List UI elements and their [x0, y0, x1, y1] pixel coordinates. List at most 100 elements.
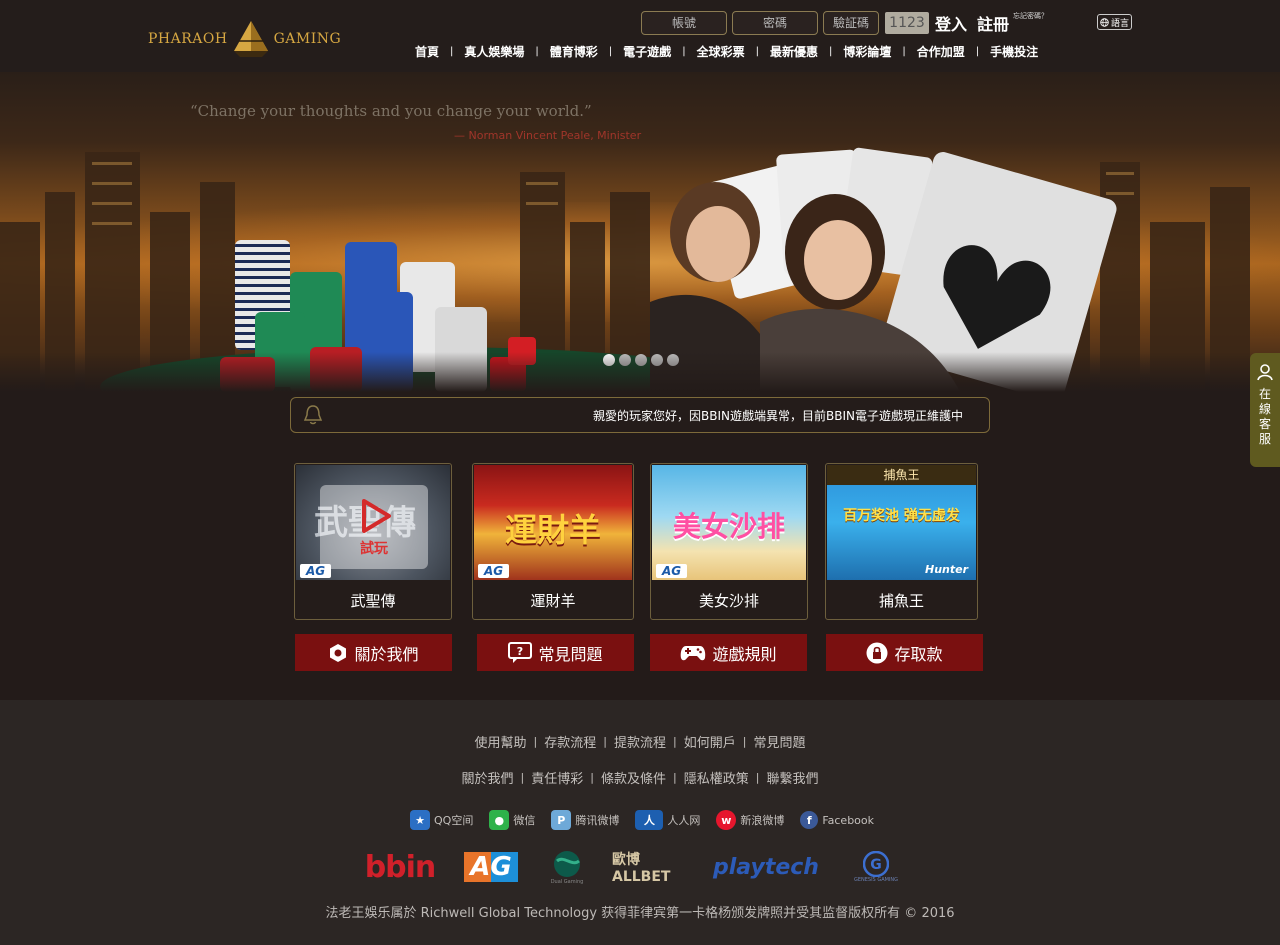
- featured-games: 武聖傳 試玩 AG 武聖傳 運財羊 AG 運財羊 美女沙排 AG 美女沙排 捕魚…: [294, 463, 978, 620]
- brand-name-right: GAMING: [273, 31, 342, 47]
- password-field[interactable]: 密碼: [732, 11, 818, 35]
- game-card-beach-volley[interactable]: 美女沙排 AG 美女沙排: [650, 463, 808, 620]
- bell-icon: [303, 405, 323, 425]
- brand-name-left: PHARAOH: [148, 31, 228, 47]
- demo-play-overlay[interactable]: 試玩: [320, 485, 428, 569]
- footer-divider: |: [673, 771, 677, 784]
- copyright-text: 法老王娛乐属於 Richwell Global Technology 获得菲律宾…: [325, 906, 955, 921]
- footer-link-withdraw-flow[interactable]: 提款流程: [614, 732, 666, 751]
- footer-link-responsible[interactable]: 責任博彩: [531, 768, 583, 787]
- nav-divider: |: [535, 45, 539, 57]
- game-thumb-title: 美女沙排: [672, 510, 785, 543]
- deposit-withdraw-button[interactable]: 存取款: [826, 634, 983, 671]
- svg-text:?: ?: [517, 645, 523, 658]
- quick-actions: 關於我們 ? 常見問題 遊戲規則 存取款: [295, 634, 983, 671]
- svg-text:G: G: [870, 857, 882, 873]
- footer-link-contact[interactable]: 聯繫我們: [766, 768, 818, 787]
- game-thumbnail: 美女沙排 AG: [652, 465, 806, 580]
- hexagon-info-icon: [330, 643, 347, 662]
- about-us-label: 關於我們: [354, 644, 419, 664]
- banner-quote-author: — Norman Vincent Peale, Minister: [454, 129, 642, 142]
- social-links: ★ QQ空间 ● 微信 P 腾讯微博 人 人人网 w 新浪微博 f Facebo…: [410, 810, 890, 830]
- renren-icon: 人: [635, 810, 664, 830]
- social-label: 腾讯微博: [575, 814, 620, 827]
- social-qzone[interactable]: ★ QQ空间: [410, 810, 473, 830]
- language-label: 語言: [1110, 18, 1129, 29]
- social-label: 人人网: [667, 814, 701, 827]
- forgot-password-link[interactable]: 忘記密碼？: [1013, 11, 1048, 21]
- footer-divider: |: [673, 735, 677, 748]
- dual-gaming-globe-icon: [554, 851, 580, 877]
- game-thumbnail: 運財羊 AG: [474, 465, 632, 580]
- facebook-icon: f: [800, 811, 819, 829]
- nav-item-affiliate[interactable]: 合作加盟: [910, 43, 972, 60]
- lock-coin-icon: [866, 642, 888, 663]
- nav-item-home[interactable]: 首頁: [408, 43, 446, 60]
- nav-divider: |: [608, 45, 613, 57]
- captcha-image[interactable]: 1123: [885, 12, 929, 34]
- game-rules-button[interactable]: 遊戲規則: [650, 634, 807, 671]
- game-thumb-subtitle: 百万奖池 弹无虚发: [843, 508, 960, 524]
- register-button[interactable]: 註冊: [977, 11, 1009, 35]
- nav-item-sports[interactable]: 體育博彩: [543, 43, 605, 60]
- hero-banner[interactable]: “Change your thoughts and you change you…: [0, 72, 1280, 392]
- game-name: 運財羊: [530, 592, 576, 610]
- nav-divider: |: [755, 45, 759, 57]
- game-card-wushengzhuan[interactable]: 武聖傳 試玩 AG 武聖傳: [294, 463, 452, 620]
- banner-fade: [0, 352, 1280, 392]
- captcha-field[interactable]: 驗証碼: [823, 11, 879, 35]
- site-header: PHARAOH GAMING 帳號 密碼 驗証碼 1123 登入 註冊 忘記密碼…: [0, 0, 1280, 72]
- brand-logo[interactable]: PHARAOH GAMING: [148, 18, 348, 60]
- partner-allbet-logo: 歐博 ALLBET: [612, 852, 671, 885]
- social-sina-weibo[interactable]: w 新浪微博: [716, 810, 784, 830]
- game-card-yuncaiyang[interactable]: 運財羊 AG 運財羊: [472, 463, 634, 620]
- nav-item-live-casino[interactable]: 真人娛樂場: [457, 43, 531, 60]
- provider-badge: AG: [300, 564, 332, 578]
- language-button[interactable]: 語言: [1097, 14, 1132, 30]
- nav-item-egames[interactable]: 電子遊戲: [616, 43, 678, 60]
- footer-link-open-account[interactable]: 如何開戶: [684, 732, 736, 751]
- nav-item-promotions[interactable]: 最新優惠: [763, 43, 825, 60]
- social-renren[interactable]: 人 人人网: [635, 810, 700, 830]
- announcement-text: 親愛的玩家您好，因BBIN遊戲端異常，目前BBIN電子遊戲現正維護中: [593, 408, 963, 423]
- announcement-bar: 親愛的玩家您好，因BBIN遊戲端異常，目前BBIN電子遊戲現正維護中: [290, 397, 990, 433]
- footer-link-terms[interactable]: 條款及條件: [601, 768, 666, 787]
- partner-ag-logo: AG: [460, 852, 522, 882]
- account-field[interactable]: 帳號: [641, 11, 727, 35]
- nav-item-lottery[interactable]: 全球彩票: [690, 43, 752, 60]
- game-card-fishing-king[interactable]: 捕魚王 百万奖池 弹无虚发 Hunter 捕魚王: [825, 463, 978, 620]
- login-bar: 帳號 密碼 驗証碼 1123 登入 註冊 忘記密碼？: [641, 11, 1048, 35]
- social-label: 微信: [513, 814, 536, 827]
- about-us-button[interactable]: 關於我們: [295, 634, 452, 671]
- social-tencent-weibo[interactable]: P 腾讯微博: [551, 810, 619, 830]
- provider-badge: AG: [656, 564, 688, 578]
- partner-genesis-gaming-logo: G GENESIS GAMING: [846, 851, 906, 883]
- site-footer: 使用幫助 | 存款流程 | 提款流程 | 如何開戶 | 常見問題 關於我們 | …: [0, 700, 1280, 945]
- online-service-tab[interactable]: 在線客服: [1250, 353, 1280, 467]
- social-label: Facebook: [822, 813, 875, 827]
- nav-item-forum[interactable]: 博彩論壇: [836, 43, 898, 60]
- game-thumb-title: 捕魚王: [827, 465, 976, 485]
- provider-badge: Hunter: [924, 563, 968, 576]
- footer-link-deposit-flow[interactable]: 存款流程: [544, 732, 596, 751]
- sina-weibo-icon: w: [716, 810, 737, 830]
- nav-item-mobile[interactable]: 手機投注: [983, 43, 1045, 60]
- nav-divider: |: [828, 45, 833, 57]
- login-button[interactable]: 登入: [935, 11, 967, 35]
- nav-divider: |: [450, 45, 454, 57]
- gamepad-icon: [681, 645, 706, 660]
- qzone-star-icon: ★: [410, 810, 430, 830]
- faq-button[interactable]: ? 常見問題: [477, 634, 634, 671]
- partner-bbin-logo: bbin: [364, 849, 437, 885]
- social-facebook[interactable]: f Facebook: [800, 811, 874, 829]
- nav-divider: |: [975, 45, 980, 57]
- footer-link-about[interactable]: 關於我們: [462, 768, 514, 787]
- footer-link-help[interactable]: 使用幫助: [475, 732, 527, 751]
- footer-link-privacy[interactable]: 隱私權政策: [684, 768, 749, 787]
- footer-links-info: 關於我們 | 責任博彩 | 條款及條件 | 隱私權政策 | 聯繫我們: [0, 768, 1280, 787]
- game-name: 捕魚王: [878, 592, 924, 610]
- footer-link-faq[interactable]: 常見問題: [753, 732, 805, 751]
- question-bubble-icon: ?: [508, 641, 533, 663]
- social-wechat[interactable]: ● 微信: [489, 810, 535, 830]
- game-thumbnail: 武聖傳 試玩 AG: [296, 465, 450, 580]
